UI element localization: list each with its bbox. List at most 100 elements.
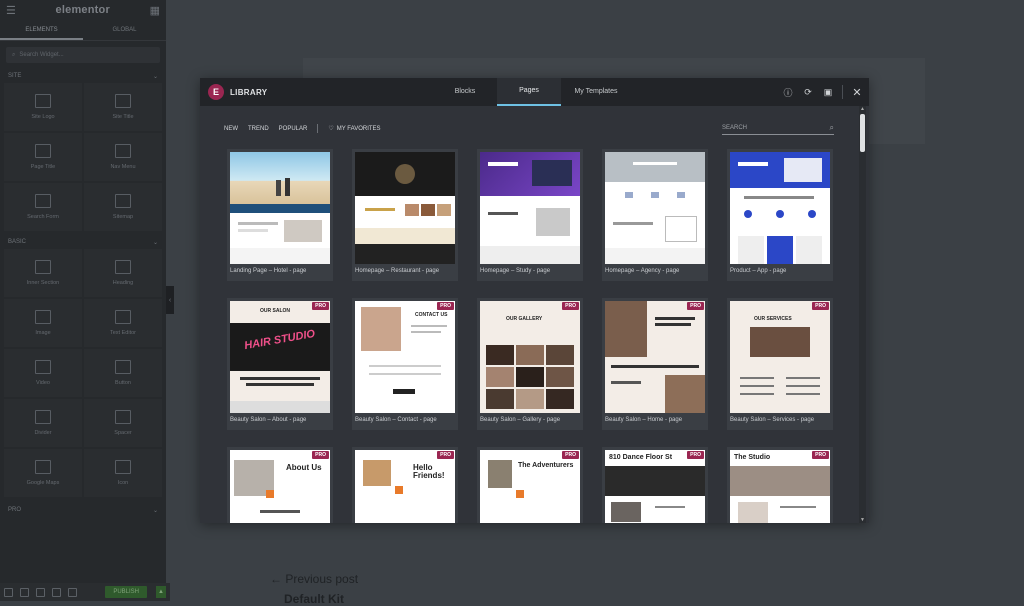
library-brand: E LIBRARY [200,84,267,100]
template-card[interactable]: Product – App - page [727,149,833,281]
category-basic-label: BASIC [8,239,27,245]
site-widgets: Site Logo Site Title Page Title Nav Menu Sea… [0,83,166,231]
category-pro[interactable]: PRO ⌄ [0,503,166,517]
save-icon[interactable]: ▣ [822,87,834,98]
tab-elements[interactable]: ELEMENTS [0,20,83,40]
template-card[interactable]: The Studio PRO [727,447,833,523]
widget-nav-menu[interactable]: Nav Menu [84,133,162,181]
tab-blocks[interactable]: Blocks [433,78,497,106]
hamburger-icon[interactable]: ☰ [6,4,16,17]
filter-new[interactable]: NEW [224,126,238,132]
publish-options-button[interactable]: ▲ [156,586,166,598]
template-card[interactable]: Landing Page – Hotel - page [227,149,333,281]
thumb-heading: 810 Dance Floor St [609,454,673,461]
category-site[interactable]: SITE ⌄ [0,69,166,83]
help-icon[interactable]: ⓘ [782,86,794,99]
library-actions: ⓘ ⟳ ▣ ✕ [782,78,863,106]
widget-sitemap[interactable]: Sitemap [84,183,162,231]
widget-google-maps[interactable]: Google Maps [4,449,82,497]
widget-divider[interactable]: Divider [4,399,82,447]
widget-heading[interactable]: Heading [84,249,162,297]
widget-label: Inner Section [26,280,60,286]
widget-icon [115,194,131,208]
template-title: Landing Page – Hotel - page [230,268,307,274]
template-card[interactable]: OUR SALON HAIR STUDIO PRO Beauty Salon –… [227,298,333,430]
chevron-down-icon: ⌄ [152,239,158,246]
pro-badge: PRO [437,451,454,459]
collapse-panel-button[interactable]: ‹ [166,286,174,314]
widget-spacer[interactable]: Spacer [84,399,162,447]
template-card[interactable]: Homepage – Restaurant - page [352,149,458,281]
widget-site-logo[interactable]: Site Logo [4,83,82,131]
widget-search-form[interactable]: Search Form [4,183,82,231]
pro-badge: PRO [562,451,579,459]
template-card[interactable]: Hello Friends! PRO [352,447,458,523]
widget-video[interactable]: Video [4,349,82,397]
widget-label: Video [36,380,50,386]
pro-badge: PRO [312,451,329,459]
widget-page-title[interactable]: Page Title [4,133,82,181]
widget-label: Nav Menu [110,164,136,170]
panel-footer: PUBLISH ▲ [0,583,170,601]
widget-inner-section[interactable]: Inner Section [4,249,82,297]
filter-my-favorites[interactable]: ♡ MY FAVORITES [328,125,380,133]
thumb-heading: About Us [286,463,322,472]
library-search-placeholder: SEARCH [722,125,748,131]
library-title: LIBRARY [230,87,268,97]
template-card[interactable]: The Adventurers PRO [477,447,583,523]
template-card[interactable]: Homepage – Study - page [477,149,583,281]
widget-search-input[interactable]: ⌕ Search Widget... [6,47,160,63]
history-icon[interactable] [36,587,45,597]
previous-post-label: Previous post [285,572,359,586]
responsive-icon[interactable] [52,587,61,597]
tab-my-templates[interactable]: My Templates [561,78,631,106]
chevron-down-icon: ⌄ [152,73,158,80]
widget-text-editor[interactable]: Text Editor [84,299,162,347]
category-pro-label: PRO [8,507,22,513]
template-card[interactable]: OUR GALLERY PRO Beauty Salon – Gallery -… [477,298,583,430]
template-card[interactable]: PRO Beauty Salon – Home - page [602,298,708,430]
scroll-down-icon[interactable]: ▼ [859,517,866,523]
scrollbar-thumb[interactable] [860,114,865,152]
template-card[interactable]: About Us PRO [227,447,333,523]
filter-popular[interactable]: POPULAR [279,126,308,132]
template-card[interactable]: OUR SERVICES PRO Beauty Salon – Services… [727,298,833,430]
pro-badge: PRO [312,302,329,310]
panel-tabs: ELEMENTS GLOBAL [0,20,166,41]
settings-icon[interactable] [4,587,13,597]
tab-pages[interactable]: Pages [497,78,561,106]
widget-image[interactable]: Image [4,299,82,347]
widget-icon [35,144,51,158]
sync-icon[interactable]: ⟳ [802,87,814,98]
library-search-input[interactable]: SEARCH ⌕ [722,122,834,135]
filter-trend[interactable]: TREND [248,126,269,132]
navigator-icon[interactable] [20,587,29,597]
thumb-heading: OUR GALLERY [506,316,543,322]
widget-button[interactable]: Button [84,349,162,397]
widget-icon[interactable]: Icon [84,449,162,497]
tab-global[interactable]: GLOBAL [83,20,166,40]
widget-label: Page Title [30,164,56,170]
publish-button[interactable]: PUBLISH [105,586,147,598]
widget-label: Divider [34,430,52,436]
template-card[interactable]: 810 Dance Floor St PRO [602,447,708,523]
elementor-logo-icon: E [208,84,224,100]
preview-icon[interactable] [68,587,77,597]
scrollbar[interactable]: ▲ ▼ [859,106,866,523]
close-icon[interactable]: ✕ [851,86,863,99]
library-header: E LIBRARY Blocks Pages My Templates ⓘ ⟳ … [200,78,869,106]
template-card[interactable]: CONTACT US PRO Beauty Salon – Contact - … [352,298,458,430]
template-card[interactable]: Homepage – Agency - page [602,149,708,281]
category-basic[interactable]: BASIC ⌄ [0,235,166,249]
template-thumbnail [605,152,705,264]
elementor-panel: ☰ elementor ▦ ELEMENTS GLOBAL ⌕ Search W… [0,0,170,601]
grid-icon[interactable]: ▦ [150,4,160,17]
template-title: Product – App - page [730,268,787,274]
template-thumbnail [730,152,830,264]
library-filters: NEW TREND POPULAR ♡ MY FAVORITES [224,124,381,133]
template-title: Beauty Salon – Services - page [730,417,815,423]
scroll-up-icon[interactable]: ▲ [859,106,866,112]
widget-site-title[interactable]: Site Title [84,83,162,131]
template-title: Beauty Salon – Contact - page [355,417,437,423]
previous-post-link[interactable]: ← Previous post [270,572,358,586]
